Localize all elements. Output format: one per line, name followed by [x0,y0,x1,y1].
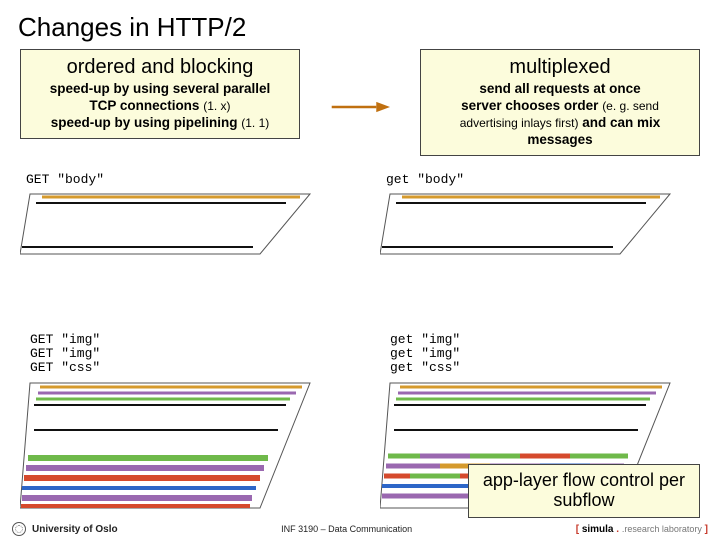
footer-simula: simula [582,524,614,535]
left-box-title: ordered and blocking [31,56,289,79]
footer-university: University of Oslo [32,524,118,535]
left-bottom-parallelogram [20,378,320,518]
slide-title: Changes in HTTP/2 [0,0,720,49]
arrow-between [330,49,390,115]
callout-line1: app-layer flow control per [483,470,685,490]
header-columns: ordered and blocking speed-up by using s… [0,49,720,156]
left-box-body: speed-up by using several parallel TCP c… [31,81,289,132]
left-line1c: (1. x) [203,99,230,113]
right-top-parallelogram [380,189,680,259]
footer-lab: .research laboratory [622,524,702,534]
left-top-parallelogram [20,189,320,259]
left-diagram: GET "body" GET "img" GET "img" GET "css" [20,170,340,518]
footer-right: [ simula . .research laboratory ] [576,524,708,535]
right-line2a: server chooses order [461,98,598,113]
footer-center: INF 3190 – Data Communication [118,524,576,534]
left-box: ordered and blocking speed-up by using s… [20,49,300,139]
right-label-top: get "body" [386,173,464,187]
right-box: multiplexed send all requests at once se… [420,49,700,156]
right-box-title: multiplexed [431,56,689,79]
right-box-body: send all requests at once server chooses… [431,81,689,149]
seal-icon [12,522,26,536]
left-label-mid: GET "img" GET "img" GET "css" [30,333,100,376]
left-line2a: speed-up by using pipelining [51,115,238,130]
footer: University of Oslo INF 3190 – Data Commu… [0,522,720,536]
callout-box: app-layer flow control per subflow [468,464,700,518]
left-label-top: GET "body" [26,173,104,187]
right-line1: send all requests at once [479,81,640,96]
footer-left: University of Oslo [12,522,118,536]
callout-line2: subflow [553,490,614,510]
left-line2b: (1. 1) [241,116,269,130]
left-line1a: speed-up by using several parallel [50,81,271,96]
left-line1b: TCP connections [89,98,199,113]
right-label-mid: get "img" get "img" get "css" [390,333,460,376]
arrow-icon [330,99,390,115]
